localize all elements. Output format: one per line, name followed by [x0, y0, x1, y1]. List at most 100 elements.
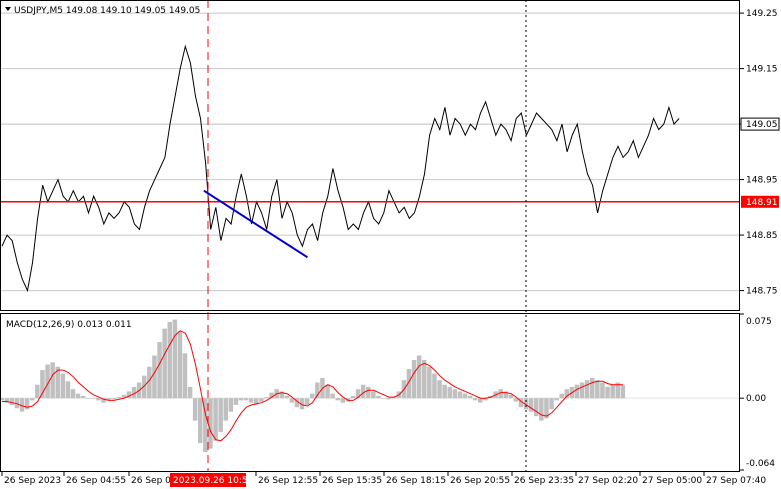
macd-bar — [360, 384, 366, 399]
macd-axis: 0.075 0.00 -0.064 — [740, 313, 775, 471]
macd-bar — [259, 398, 264, 402]
macd-bar — [243, 398, 249, 401]
macd-bar — [335, 398, 340, 401]
macd-bar — [152, 355, 157, 399]
macd-bar — [539, 398, 544, 421]
macd-bar — [24, 398, 30, 410]
macd-bar — [228, 398, 234, 412]
time-label: 26 Sep 15:35 — [322, 476, 382, 486]
time-label: 26 Sep 2023 — [4, 476, 61, 486]
session-time-label: 2023.09.26 10:50 — [170, 473, 254, 487]
macd-bar — [192, 398, 198, 421]
macd-bar — [579, 382, 585, 399]
price-tick-label: 149.15 — [746, 65, 778, 75]
macd-bar — [610, 384, 615, 399]
macd-bar — [70, 389, 76, 399]
chart-canvas: USDJPY,M5 149.08 149.10 149.05 149.05 MA… — [0, 0, 780, 487]
macd-tick-label: 0.00 — [746, 394, 766, 404]
macd-bar — [350, 395, 356, 399]
svg-text:148.91: 148.91 — [746, 198, 778, 208]
macd-bar — [620, 384, 626, 399]
macd-bar — [559, 393, 564, 399]
macd-bar — [284, 395, 290, 399]
macd-bar — [111, 398, 116, 400]
macd-bar — [371, 391, 376, 399]
time-label: 26 Sep 12:55 — [258, 476, 318, 486]
time-label: 27 Sep 05:00 — [642, 476, 702, 486]
macd-bar — [198, 398, 203, 444]
macd-bar — [116, 397, 122, 399]
macd-bar — [574, 384, 580, 399]
macd-bar — [91, 398, 96, 399]
macd-bar — [447, 386, 452, 399]
macd-bar — [366, 386, 371, 399]
macd-bar — [416, 355, 422, 399]
macd-bar — [554, 398, 559, 401]
trend-line[interactable] — [203, 189, 308, 259]
time-label: 26 Sep 0 — [131, 476, 171, 486]
chart-title: USDJPY,M5 149.08 149.10 149.05 149.05 — [14, 6, 200, 16]
macd-bar — [584, 380, 590, 399]
macd-bar — [330, 393, 335, 399]
macd-bar — [75, 393, 81, 399]
macd-bar — [376, 395, 381, 399]
macd-bar — [65, 381, 71, 399]
macd-bar — [427, 366, 432, 399]
session-time-text: 2023.09.26 10:50 — [173, 476, 254, 486]
price-tick-label: 148.95 — [746, 176, 778, 186]
macd-bar — [381, 398, 386, 399]
macd-bar — [590, 378, 595, 399]
level-price-label: 148.91 — [741, 195, 779, 208]
macd-bar — [411, 360, 417, 399]
macd-histogram — [0, 319, 626, 453]
macd-bar — [86, 398, 91, 399]
macd-bar — [238, 398, 244, 401]
macd-bar — [437, 380, 442, 399]
price-tick-label: 148.75 — [746, 287, 778, 297]
price-panel-frame — [0, 0, 740, 311]
macd-bar — [422, 360, 427, 399]
chart-header: USDJPY,M5 149.08 149.10 149.05 149.05 — [5, 6, 200, 16]
macd-bar — [595, 380, 600, 399]
macd-bar — [218, 398, 223, 432]
macd-bar — [50, 362, 55, 399]
macd-bar — [386, 398, 391, 400]
macd-bar — [457, 391, 463, 399]
macd-bar — [472, 398, 478, 401]
macd-bar — [534, 398, 539, 417]
price-tick-label: 149.25 — [746, 9, 778, 19]
macd-bar — [304, 398, 310, 405]
macd-bar — [223, 398, 228, 421]
triangle-down-icon[interactable] — [5, 7, 11, 11]
macd-bar — [432, 373, 437, 399]
macd-bar — [478, 398, 483, 403]
macd-bar — [549, 398, 554, 410]
macd-label: MACD(12,26,9) 0.013 0.011 — [6, 320, 132, 330]
price-axis: 149.25 149.15 149.05 148.95 148.85 148.75 — [740, 9, 778, 297]
macd-bar — [600, 382, 605, 399]
macd-tick-label: 0.075 — [746, 317, 772, 327]
macd-bar — [340, 398, 346, 403]
macd-bar — [30, 398, 35, 401]
macd-bar — [157, 342, 162, 399]
macd-bar — [467, 395, 473, 399]
macd-bar — [177, 330, 183, 399]
price-line — [1, 44, 680, 293]
macd-bar — [96, 398, 101, 401]
macd-bar — [452, 389, 458, 399]
macd-bar — [325, 384, 330, 399]
macd-bar — [213, 398, 218, 441]
macd-tick-label: -0.064 — [746, 459, 775, 469]
macd-bar — [182, 353, 188, 399]
price-grid — [0, 12, 740, 292]
macd-bar — [172, 319, 178, 399]
time-label: 26 Sep 20:55 — [450, 476, 510, 486]
macd-bar — [35, 384, 40, 399]
macd-bar — [187, 386, 193, 399]
macd-bar — [167, 321, 172, 399]
macd-bar — [233, 398, 239, 405]
macd-bar — [264, 397, 269, 399]
macd-signal-line — [2, 330, 624, 442]
macd-bar — [60, 373, 66, 399]
time-label: 27 Sep 02:20 — [578, 476, 638, 486]
